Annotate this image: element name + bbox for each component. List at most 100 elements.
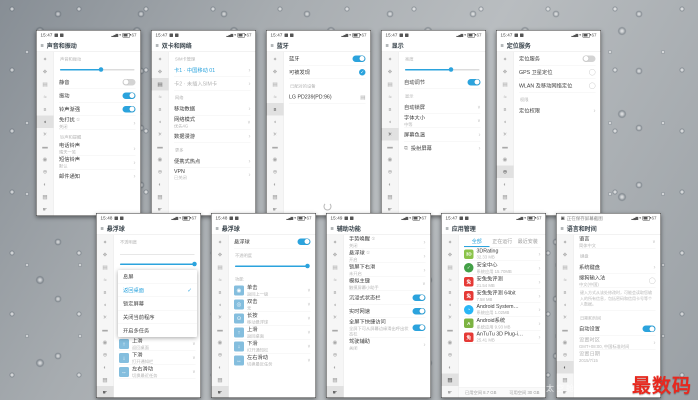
rail-item-1-icon[interactable]: ❖	[382, 66, 399, 79]
rail-item-3-icon[interactable]: ≈	[382, 91, 399, 104]
rail-item-7-icon[interactable]: ▬	[97, 324, 114, 337]
rail-item-9-icon[interactable]: ⊕	[382, 166, 399, 179]
slider-knob[interactable]	[192, 262, 197, 267]
toggle-switch[interactable]	[123, 79, 136, 86]
gesture-row-长按[interactable]: ⊙长按移动悬浮球∨	[234, 312, 311, 326]
rail-item-4-icon[interactable]: ʙ	[267, 103, 284, 116]
rail-item-11-icon[interactable]: ▦	[327, 374, 344, 387]
rail-item-1-icon[interactable]: ❖	[212, 249, 229, 262]
rail-item-10-icon[interactable]: ◐	[37, 178, 54, 191]
rail-item-10-icon[interactable]: ◐	[442, 361, 459, 374]
app-row[interactable]: 兔AnTuTu 3D Plug-i…25.41 MB›	[464, 331, 541, 345]
rail-item-6-icon[interactable]: ☀	[37, 128, 54, 141]
setting-row-设置时区[interactable]: 设置时区GMT+08:00, 中国标准时间›	[579, 336, 656, 350]
rail-item-5-icon[interactable]: ◖	[327, 299, 344, 312]
setting-row-自动锁屏[interactable]: 自动锁屏∨	[404, 101, 481, 115]
rail-item-7-icon[interactable]: ▬	[37, 141, 54, 154]
slider[interactable]	[59, 64, 136, 76]
rail-item-12-icon[interactable]: ☛	[442, 386, 459, 398]
rail-item-1-icon[interactable]: ❖	[497, 66, 514, 79]
gesture-row-单击[interactable]: ◉单击返回上一级∨	[234, 284, 311, 298]
rail-item-2-icon[interactable]: ▤	[97, 261, 114, 274]
gesture-row-上滑[interactable]: ↑上滑返回桌面∨	[234, 326, 311, 340]
app-row[interactable]: ◔Android System…系统应用 1.02MB›	[464, 303, 541, 317]
gesture-row-左右滑动[interactable]: ↔左右滑动切换最近任务∨	[119, 365, 196, 379]
rail-item-7-icon[interactable]: ▬	[327, 324, 344, 337]
toggle-switch[interactable]	[413, 324, 426, 331]
rail-item-3-icon[interactable]: ≈	[442, 274, 459, 287]
tab-最近安装[interactable]: 最近安装	[515, 235, 541, 247]
rail-item-2-icon[interactable]: ▤	[212, 261, 229, 274]
setting-row-卡1 · 中国移动 01[interactable]: 卡1 · 中国移动 01›	[174, 64, 251, 78]
rail-item-8-icon[interactable]: ◉	[442, 336, 459, 349]
rail-item-8-icon[interactable]: ◉	[97, 336, 114, 349]
check-row-可被发现[interactable]: 可被发现✓	[289, 66, 366, 80]
rail-item-3-icon[interactable]: ≈	[37, 91, 54, 104]
rail-item-2-icon[interactable]: ▤	[557, 261, 574, 274]
rail-item-2-icon[interactable]: ▤	[497, 78, 514, 91]
radio-row-GPS 卫星定位[interactable]: GPS 卫星定位	[519, 66, 596, 80]
setting-row-沉浸式状态栏[interactable]: 沉浸式状态栏	[349, 291, 426, 305]
app-row[interactable]: 3D3DRating32.33 MB›	[464, 248, 541, 262]
setting-row-邮件通知[interactable]: 邮件通知›	[59, 170, 136, 183]
rail-item-10-icon[interactable]: ◐	[382, 178, 399, 191]
rail-item-6-icon[interactable]: ☀	[267, 128, 284, 141]
rail-item-11-icon[interactable]: ▦	[212, 374, 229, 387]
gesture-row-双击[interactable]: ◎双击无∨	[234, 298, 311, 312]
rail-item-5-icon[interactable]: ◖	[382, 116, 399, 129]
rail-item-2-icon[interactable]: ▤	[327, 261, 344, 274]
rail-item-10-icon[interactable]: ◐	[327, 361, 344, 374]
rail-item-11-icon[interactable]: ▦	[152, 191, 169, 204]
rail-item-7-icon[interactable]: ▬	[267, 141, 284, 154]
rail-item-6-icon[interactable]: ☀	[97, 311, 114, 324]
setting-row-自动设置[interactable]: 自动设置	[579, 322, 656, 336]
paired-device-row[interactable]: LG PD239(PD:96)▤	[289, 91, 366, 105]
radio-row-搜狗输入法[interactable]: 搜狗输入法中文(中国)	[579, 274, 656, 288]
rail-item-10-icon[interactable]: ◐	[97, 361, 114, 374]
radio-button[interactable]	[589, 69, 596, 76]
hamburger-menu-icon[interactable]: ≡	[156, 43, 159, 49]
rail-item-1-icon[interactable]: ❖	[267, 66, 284, 79]
setting-row-锁屏下右滑[interactable]: 锁屏下右滑未开启›	[349, 263, 426, 277]
setting-row-悬浮球[interactable]: 悬浮球①开启›	[349, 249, 426, 263]
rail-item-8-icon[interactable]: ◉	[152, 153, 169, 166]
setting-row-数据漫游[interactable]: 数据漫游›	[174, 130, 251, 144]
rail-item-1-icon[interactable]: ❖	[37, 66, 54, 79]
rail-item-0-icon[interactable]: ✦	[442, 236, 459, 249]
menu-item-开启多任务[interactable]: 开启多任务	[118, 324, 197, 337]
rail-item-11-icon[interactable]: ▦	[267, 191, 284, 204]
setting-row-系统键盘[interactable]: 系统键盘›	[579, 261, 656, 275]
rail-item-7-icon[interactable]: ▬	[557, 324, 574, 337]
rail-item-2-icon[interactable]: ▤	[152, 78, 169, 91]
rail-item-8-icon[interactable]: ◉	[267, 153, 284, 166]
rail-item-3-icon[interactable]: ≈	[267, 91, 284, 104]
rail-item-6-icon[interactable]: ☀	[497, 128, 514, 141]
radio-button[interactable]	[589, 82, 596, 89]
app-row[interactable]: ✓安全中心系统应用 15.70MB›	[464, 261, 541, 275]
rail-item-6-icon[interactable]: ☀	[152, 128, 169, 141]
rail-item-0-icon[interactable]: ✦	[97, 236, 114, 249]
rail-item-8-icon[interactable]: ◉	[327, 336, 344, 349]
rail-item-3-icon[interactable]: ≈	[212, 274, 229, 287]
rail-item-5-icon[interactable]: ◖	[97, 299, 114, 312]
rail-item-6-icon[interactable]: ☀	[327, 311, 344, 324]
rail-item-9-icon[interactable]: ⊕	[557, 349, 574, 362]
setting-row-便携式热点[interactable]: 便携式热点›	[174, 155, 251, 169]
rail-item-9-icon[interactable]: ⊕	[267, 166, 284, 179]
setting-row-字体大小[interactable]: 字体大小中等∨	[404, 114, 481, 128]
slider-knob[interactable]	[305, 264, 310, 269]
slider[interactable]	[404, 64, 481, 76]
rail-item-11-icon[interactable]: ▦	[37, 191, 54, 204]
rail-item-5-icon[interactable]: ◖	[212, 299, 229, 312]
menu-item-息屏[interactable]: 息屏	[118, 270, 197, 284]
hamburger-menu-icon[interactable]: ≡	[386, 43, 389, 49]
gesture-row-下滑[interactable]: ↓下滑打开通知栏∨	[234, 340, 311, 354]
rail-item-4-icon[interactable]: ʙ	[97, 286, 114, 299]
rail-item-0-icon[interactable]: ✦	[557, 236, 574, 249]
slider[interactable]	[119, 258, 196, 270]
rail-item-1-icon[interactable]: ❖	[152, 66, 169, 79]
menu-item-关闭当前程序[interactable]: 关闭当前程序	[118, 311, 197, 325]
tab-全部[interactable]: 全部	[464, 235, 490, 247]
rail-item-4-icon[interactable]: ʙ	[497, 103, 514, 116]
rail-item-8-icon[interactable]: ◉	[212, 336, 229, 349]
